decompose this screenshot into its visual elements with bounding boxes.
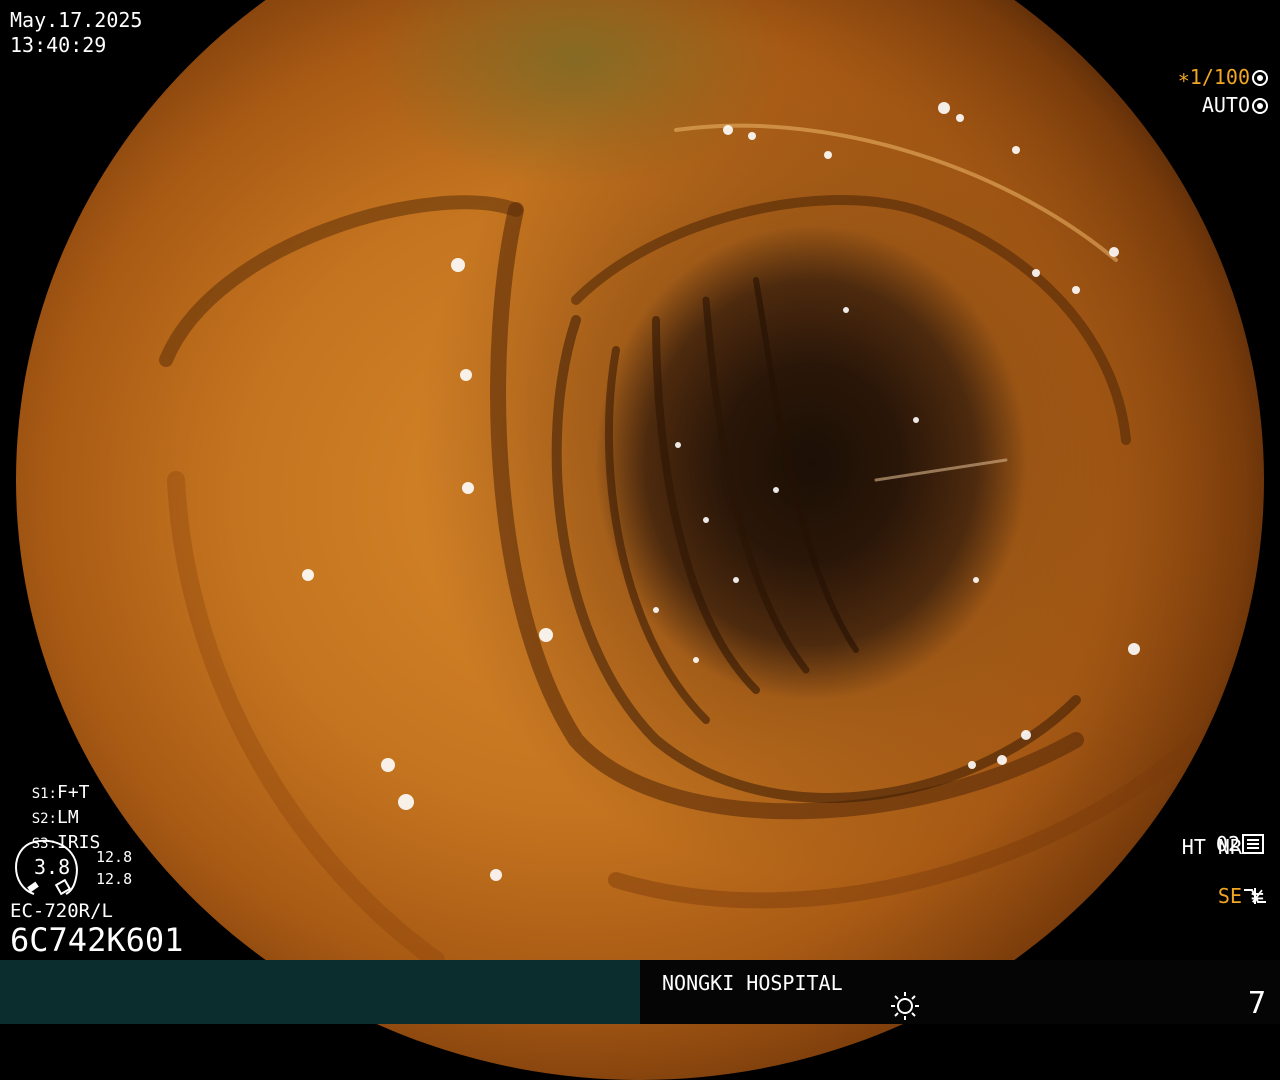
- not-equal-icon: ≠: [1250, 884, 1264, 909]
- se-label: SE: [1217, 884, 1242, 908]
- time-label: 13:40:29: [10, 33, 107, 57]
- iris-mode-value: AUTO: [1201, 93, 1250, 117]
- endoscopy-image: [16, 0, 1264, 1080]
- iris-readout: AUTO: [1178, 69, 1268, 117]
- hospital-name: NONGKI HOSPITAL: [662, 971, 843, 995]
- ht-nr-label: HT NR: [1181, 835, 1242, 859]
- preset-icon: [1242, 834, 1264, 854]
- scope-serial: 6C742K601: [10, 921, 184, 959]
- brightness-icon: [891, 992, 919, 1020]
- iris-icon: [1252, 98, 1268, 114]
- gauge-center-value: 3.8: [34, 855, 71, 879]
- footer-left-panel: [0, 960, 640, 1024]
- page-number: 7: [1247, 986, 1266, 1021]
- gauge-lower-value: 12.8: [96, 870, 133, 888]
- gauge-upper-value: 12.8: [96, 848, 133, 866]
- footer-right-panel: NONGKI HOSPITAL 7: [640, 960, 1280, 1024]
- colon-folds: [159, 102, 1204, 969]
- date-label: May.17.2025: [10, 8, 143, 32]
